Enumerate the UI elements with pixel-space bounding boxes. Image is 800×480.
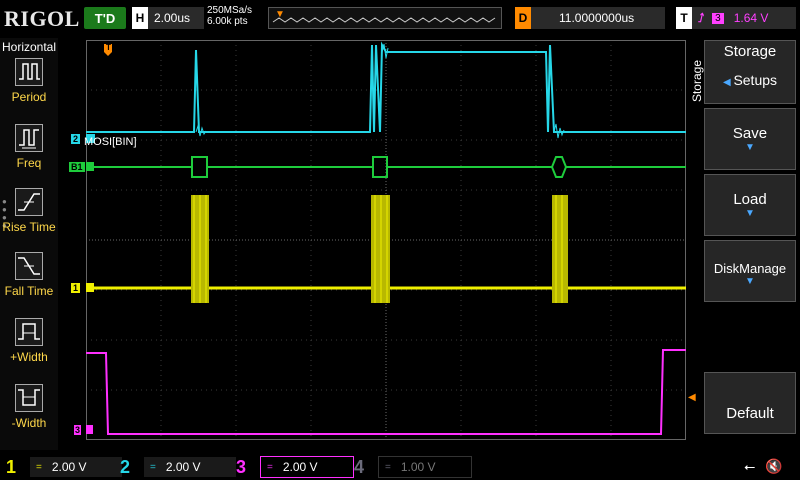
ch3-status[interactable]: 3 = 2.00 V [236, 456, 354, 478]
neg-width-icon [15, 384, 43, 412]
ch4-coupling: = [385, 461, 391, 473]
delay-value: 11.0000000us [559, 11, 635, 25]
bus-b1-marker: B1 [69, 162, 85, 172]
storage-setups-button[interactable]: Storage ◀ Setups [704, 40, 796, 104]
pos-width-label: +Width [10, 350, 48, 364]
trigger-level-arrow-icon: ◀ [688, 392, 696, 403]
memory-waveform-preview [272, 17, 496, 23]
ch2-coupling: = [150, 461, 156, 473]
timebase-display[interactable]: H 2.00us [132, 7, 204, 29]
chevron-down-icon: ▼ [745, 208, 755, 219]
ch3-scale-box: = 2.00 V [260, 456, 354, 478]
rising-edge-icon: ⭜ [698, 11, 705, 25]
delay-label: D [515, 7, 531, 29]
ch3-marker: 3 [74, 425, 82, 435]
memory-position-bar[interactable]: ▼ [268, 7, 502, 29]
ch2-marker: 2 [71, 134, 81, 144]
load-label: Load [733, 191, 767, 208]
storage-title: Storage [723, 43, 777, 60]
ch4-status[interactable]: 4 = 1.00 V [354, 456, 472, 478]
period-label: Period [11, 90, 47, 104]
status-icons: ⭠ 🔇 [744, 458, 783, 475]
disk-manage-label: DiskManage [713, 261, 787, 276]
freq-label: Freq [16, 156, 42, 170]
rise-time-icon [15, 188, 43, 216]
load-button[interactable]: Load ▼ [704, 174, 796, 236]
default-button[interactable]: Default [704, 372, 796, 434]
ch2-scale-box: = 2.00 V [144, 457, 236, 477]
chevron-down-icon: ▼ [745, 142, 755, 153]
ch1-status[interactable]: 1 = 2.00 V [6, 456, 122, 478]
trigger-status-badge: T'D [84, 7, 126, 29]
measure-pos-width-button[interactable]: +Width [0, 318, 58, 364]
save-label: Save [732, 125, 768, 142]
ch1-trace [86, 195, 686, 303]
neg-width-label: -Width [11, 416, 47, 430]
ch1-scale: 2.00 V [51, 460, 87, 474]
save-button[interactable]: Save ▼ [704, 108, 796, 170]
ch4-scale-box: = 1.00 V [378, 456, 472, 478]
trigger-source: 3 [712, 12, 724, 24]
pos-width-icon [15, 318, 43, 346]
fall-time-label: Fall Time [4, 284, 54, 298]
memory-depth: 6.00k pts [207, 16, 248, 27]
ch1-number: 1 [6, 456, 17, 477]
fall-time-icon [15, 252, 43, 280]
delay-display[interactable]: D 11.0000000us [515, 7, 665, 29]
horizontal-menu-title: Horizontal [1, 40, 57, 54]
ch2-scale: 2.00 V [165, 460, 201, 474]
waveform-grid-and-traces [81, 40, 686, 440]
usb-icon: ⭠ [744, 458, 756, 474]
channel-status-bar: 1 = 2.00 V 2 = 2.00 V 3 = 2.00 V 4 = 1.0… [0, 452, 800, 480]
decode-label: MOSI[BIN] [84, 136, 137, 148]
storage-vertical-label: Storage [690, 60, 704, 103]
rise-time-label: Rise Time [2, 220, 56, 234]
measure-freq-button[interactable]: Freq [0, 124, 58, 170]
horizontal-measure-menu: Horizontal ● ● ● ● Period Freq Rise Time Fa… [0, 38, 58, 450]
ch3-number: 3 [236, 456, 247, 477]
measure-neg-width-button[interactable]: -Width [0, 384, 58, 430]
waveform-display[interactable]: 2 B1 1 3 MOSI[BIN] T ◀ [69, 40, 696, 440]
sample-rate: 250MSa/s [207, 5, 253, 16]
ch3-coupling: = [267, 461, 273, 473]
measure-rise-time-button[interactable]: Rise Time [0, 188, 58, 234]
ch2-status[interactable]: 2 = 2.00 V [120, 456, 236, 478]
left-arrow-icon: ◀ [722, 77, 734, 88]
trigger-position-t: T [106, 43, 111, 52]
measure-fall-time-button[interactable]: Fall Time [0, 252, 58, 298]
ch2-number: 2 [120, 456, 131, 477]
speaker-muted-icon[interactable]: 🔇 [765, 458, 782, 474]
top-status-bar: RIGOL T'D H 2.00us 250MSa/s 6.00k pts ▼ … [0, 0, 800, 36]
setups-label: Setups [733, 72, 778, 88]
trigger-level: 1.64 V [733, 11, 769, 25]
acquisition-info: 250MSa/s 6.00k pts [207, 5, 252, 27]
chevron-down-icon: ▼ [745, 276, 755, 287]
disk-manage-button[interactable]: DiskManage ▼ [704, 240, 796, 302]
rigol-logo: RIGOL [4, 6, 80, 31]
measure-period-button[interactable]: Period [0, 58, 58, 104]
freq-icon [15, 124, 43, 152]
timebase-label: H [132, 7, 148, 29]
ch1-marker: 1 [71, 283, 81, 293]
ch3-scale: 2.00 V [282, 460, 318, 474]
default-label: Default [726, 405, 774, 422]
timebase-value: 2.00us [154, 11, 191, 25]
bus-decode-trace [86, 156, 686, 178]
ch4-number: 4 [354, 456, 365, 477]
trigger-label: T [676, 7, 692, 29]
ch1-scale-box: = 2.00 V [30, 457, 122, 477]
period-icon [15, 58, 43, 86]
ch4-scale: 1.00 V [400, 460, 436, 474]
ch1-coupling: = [36, 461, 42, 473]
trigger-display[interactable]: T ⭜ 3 1.64 V [676, 7, 796, 29]
